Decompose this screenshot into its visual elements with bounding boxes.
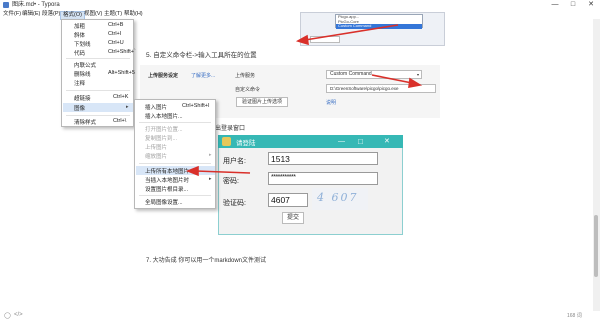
annotation-arrows <box>185 24 423 177</box>
arrow-line-top <box>304 24 399 41</box>
word-count[interactable]: 168 词 <box>567 312 582 320</box>
scrollbar-thumb[interactable] <box>594 215 598 277</box>
source-code-icon[interactable]: </> <box>14 312 23 318</box>
sidebar-toggle-icon[interactable]: ◯ <box>4 312 11 319</box>
arrowhead-bottom <box>185 165 199 177</box>
arrowhead-top <box>295 34 309 46</box>
status-bar <box>0 311 600 322</box>
arrowhead-middle <box>408 77 423 88</box>
arrow-line-bottom <box>195 170 251 174</box>
arrow-line-middle <box>371 74 413 84</box>
